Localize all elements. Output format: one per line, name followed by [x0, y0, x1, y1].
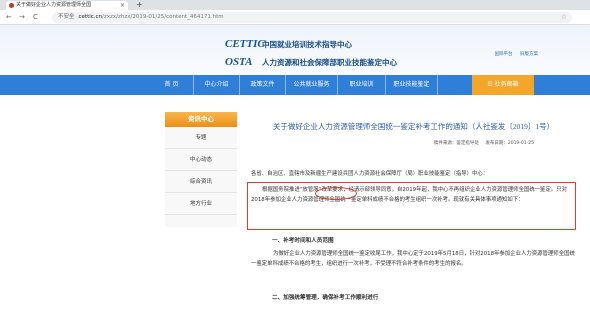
site-title-bottom: 人力资源和社会保障部职业技能鉴定中心 — [262, 58, 397, 67]
tab-title: 关于做好企业人力资源管理师全国 — [16, 2, 92, 8]
cettic-logo[interactable]: CETTIC — [225, 38, 265, 50]
article-meta: 稿件来源：鉴定指导处 发布日期：2019-01-25 — [251, 140, 576, 146]
site-title-top: 中国就业培训技术指导中心 — [262, 40, 352, 49]
nav-item-home[interactable]: 首 页 — [150, 75, 194, 95]
back-icon[interactable]: ← — [6, 12, 12, 22]
bookmark-star-icon[interactable]: ☆ — [561, 12, 567, 23]
section-heading-1: 一、补考时间和人员范围 — [272, 238, 334, 244]
tab-close-icon[interactable]: × — [120, 1, 125, 10]
main-nav: 首 页 中心介绍 政策文件 公共就业服务 职业培训 职业技能鉴定 ☰ 社务邮箱 — [0, 75, 590, 95]
nav-item-about[interactable]: 中心介绍 — [194, 75, 240, 95]
highlight-annotation-box — [247, 182, 576, 230]
nav-item-employment[interactable]: 公共就业服务 — [286, 75, 338, 95]
reload-icon[interactable]: C — [33, 12, 38, 22]
nav-item-skill-appraisal[interactable]: 职业技能鉴定 — [386, 75, 438, 95]
security-indicator[interactable]: 不安全 — [58, 14, 75, 20]
article-title: 关于做好企业人力资源管理师全国统一鉴定补考工作的通知（人社鉴发〔2019〕1号） — [272, 122, 555, 131]
sidebar-item-local-industry[interactable]: 地方行业 — [165, 193, 237, 215]
header-link-international[interactable]: 国际平台 — [495, 52, 513, 57]
article-date: 发布日期：2019-01-25 — [485, 141, 534, 146]
browser-tab[interactable]: 关于做好企业人力资源管理师全国 × — [6, 1, 128, 10]
section-1-paragraph: 为做好企业人力资源管理师全国统一鉴定收尾工作，我中心定于2019年5月18日，针… — [251, 251, 575, 267]
article-header: 关于做好企业人力资源管理师全国统一鉴定补考工作的通知（人社鉴发〔2019〕1号）… — [251, 120, 576, 146]
nav-item-mailbox[interactable]: ☰ 社务邮箱 — [472, 75, 534, 95]
nav-item-policy[interactable]: 政策文件 — [240, 75, 286, 95]
sidebar-heading: 资讯中心 — [165, 112, 237, 127]
url-path: /zxzx/zhzx/2019-01/25/content_464171.htm — [102, 14, 224, 20]
sidebar-item-topics[interactable]: 专题 — [165, 127, 237, 149]
url-host: cettic.cn — [78, 14, 103, 20]
circle-annotation — [315, 187, 357, 200]
article-salutation: 各省、自治区、直辖市及新疆生产建设兵团人力资源社会保障厅（局）职业技能鉴定（指导… — [251, 171, 489, 177]
nav-item-training[interactable]: 职业培训 — [338, 75, 386, 95]
sidebar: 资讯中心 专题 中心动态 综合资讯 地方行业 — [165, 112, 237, 227]
sidebar-item-center-news[interactable]: 中心动态 — [165, 149, 237, 171]
section-heading-2: 二、加强统筹管理，确保补考工作顺利进行 — [272, 295, 379, 301]
address-bar-row: ← → C 不安全 cettic.cn/zxzx/zhzx/2019-01/25/… — [0, 10, 590, 25]
forward-icon[interactable]: → — [19, 12, 25, 22]
header-link-old-version[interactable]: 旧版方案 — [520, 52, 538, 57]
url-input[interactable]: 不安全 cettic.cn/zxzx/zhzx/2019-01/25/conten… — [52, 12, 572, 23]
site-header: CETTIC 中国就业培训技术指导中心 OSTA 人力资源和社会保障部职业技能鉴… — [0, 25, 590, 75]
osta-logo[interactable]: OSTA — [225, 56, 253, 68]
browser-tab-bar: 关于做好企业人力资源管理师全国 × + — [0, 0, 590, 10]
new-tab-button[interactable]: + — [136, 0, 143, 10]
header-links: 国际平台 旧版方案 — [489, 51, 538, 57]
site-favicon-icon — [9, 3, 14, 8]
article-source: 稿件来源：鉴定指导处 — [433, 141, 479, 146]
sidebar-item-general-news[interactable]: 综合资讯 — [165, 171, 237, 193]
